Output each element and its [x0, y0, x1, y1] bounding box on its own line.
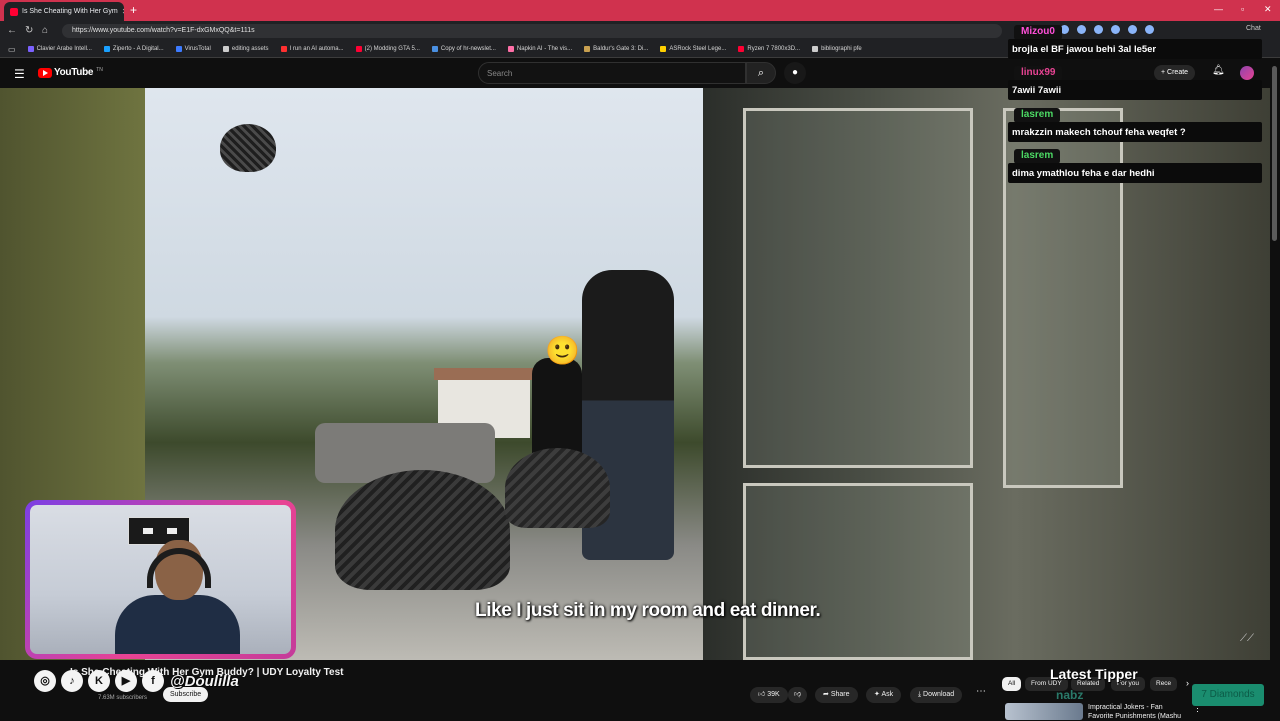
bookmark-favicon-icon [660, 46, 667, 52]
back-icon[interactable]: ← [7, 25, 17, 36]
chat-button[interactable]: Chat [1246, 25, 1261, 32]
bookmark-favicon-icon [431, 46, 438, 52]
minimize-icon[interactable]: — [1214, 4, 1223, 14]
chat-message: dima ymathlou feha e dar hedhi [1008, 163, 1262, 183]
bookmark-item[interactable]: Ryzen 7 7800x3D... [738, 46, 800, 52]
url-field[interactable]: https://www.youtube.com/watch?v=E1F-dxGM… [62, 24, 1002, 38]
youtube-favicon-icon [10, 7, 18, 16]
tab-title: Is She Cheating With Her Gym [22, 8, 118, 15]
face-blur-emoji-icon: 🙂 [545, 335, 580, 366]
browser-tab[interactable]: Is She Cheating With Her Gym ✕ [4, 2, 124, 21]
bookmark-item[interactable]: Baldur's Gate 3: Di... [584, 46, 648, 52]
bookmark-item[interactable]: Napkin AI - The vis... [507, 46, 572, 52]
bookmark-favicon-icon [507, 46, 514, 52]
chat-message: mrakzzin makech tchouf feha weqfet ? [1008, 122, 1262, 142]
streamer-figure [115, 540, 240, 654]
youtube-icon: ▶ [115, 670, 137, 692]
like-button[interactable]: 👍︎ 39K [750, 687, 788, 703]
reload-icon[interactable]: ↻ [25, 25, 33, 36]
instagram-icon: ◎ [34, 670, 56, 692]
facebook-icon: f [142, 670, 164, 692]
chat-username: Mizou0 [1014, 25, 1062, 40]
bookmark-item[interactable]: I run an AI automa... [280, 46, 344, 52]
wicker-chair [335, 470, 510, 590]
chat-message: brojla el BF jawou behi 3al le5er [1008, 39, 1262, 59]
streamer-handle: @Doulilla [170, 673, 239, 690]
bookmark-favicon-icon [103, 46, 110, 52]
extension-icon[interactable] [1094, 25, 1103, 34]
folder-icon [812, 46, 819, 52]
country-code: TN [96, 66, 103, 73]
chat-message: 7awii 7awii [1008, 80, 1262, 100]
bookmark-item[interactable]: Clavier Arabe Intell... [27, 46, 92, 52]
subscriber-count: 7.63M subscribers [98, 695, 148, 701]
share-button[interactable]: ➦ Share [815, 687, 858, 703]
kick-icon: K [88, 670, 110, 692]
bookmark-favicon-icon [584, 46, 591, 52]
bookmark-item[interactable]: (2) Modding GTA 5... [355, 46, 420, 52]
extension-icon[interactable] [1111, 25, 1120, 34]
home-icon[interactable]: ⌂ [42, 25, 48, 36]
youtube-logo[interactable]: YouTube TN [38, 67, 103, 78]
youtube-favicon-icon [355, 46, 362, 52]
bookmark-item[interactable]: Ziperto - A Digital... [103, 46, 164, 52]
close-tab-icon[interactable]: ✕ [122, 7, 124, 16]
latest-tipper-title: Latest Tipper [1050, 666, 1138, 682]
bookmark-item[interactable]: bibliographi pfe [812, 46, 862, 52]
bookmark-favicon-icon [27, 46, 34, 52]
chip-recent[interactable]: Rece [1150, 677, 1178, 691]
extension-icon[interactable] [1145, 25, 1154, 34]
window-close-icon[interactable]: ✕ [1264, 4, 1272, 15]
ask-button[interactable]: ✦ Ask [866, 687, 902, 703]
create-button[interactable]: + Create [1154, 65, 1196, 81]
folder-icon [222, 46, 229, 52]
bookmark-item[interactable]: VirusTotal [175, 46, 211, 52]
download-button[interactable]: ⤓ Download [910, 687, 963, 703]
webcam-overlay [25, 500, 296, 659]
search-icon[interactable]: ⌕ [746, 62, 776, 84]
microphone-icon[interactable]: ● [784, 62, 806, 84]
chat-username: lasrem [1014, 108, 1061, 123]
chevron-right-icon[interactable]: › [1186, 678, 1189, 688]
maximize-icon[interactable]: ▫ [1241, 4, 1244, 14]
more-actions-icon[interactable]: ⋯ [976, 686, 986, 697]
extensions-strip [1060, 25, 1154, 34]
youtube-favicon-icon [738, 46, 745, 52]
account-avatar[interactable] [1240, 66, 1254, 80]
dislike-icon[interactable]: 👎︎ [788, 687, 808, 703]
logo-text: YouTube [54, 67, 94, 78]
bookmark-item[interactable]: Copy of hr-newslet... [431, 46, 496, 52]
hanging-lamp [220, 124, 276, 172]
notifications-bell-icon[interactable]: 🔔︎ [1212, 65, 1225, 76]
bookmark-favicon-icon [175, 46, 182, 52]
tiktok-icon: ♪ [61, 670, 83, 692]
chat-username: linux99 [1014, 66, 1063, 81]
apps-icon[interactable]: ▭ [8, 45, 16, 54]
recommendation-title[interactable]: Impractical Jokers - Fan Favorite Punish… [1088, 703, 1188, 721]
youtube-play-icon [38, 67, 52, 78]
chip-all[interactable]: All [1002, 677, 1022, 691]
tipper-amount: 7 Diamonds [1192, 684, 1264, 706]
extension-icon[interactable] [1128, 25, 1137, 34]
wicker-chair [505, 448, 610, 528]
bookmark-item[interactable]: ASRock Steel Lege... [660, 46, 726, 52]
bookmark-favicon-icon [280, 46, 287, 52]
tipper-name: nabz [1056, 688, 1084, 702]
new-tab-icon[interactable]: + [130, 3, 137, 17]
social-icons-overlay: ◎ ♪ K ▶ f [34, 670, 164, 692]
chat-username: lasrem [1014, 149, 1061, 164]
extension-icon[interactable] [1077, 25, 1086, 34]
search-input[interactable]: Search [478, 62, 746, 84]
menu-icon[interactable]: ☰ [14, 67, 25, 81]
page-scrollbar[interactable] [1272, 66, 1277, 241]
recommendation-thumbnail[interactable] [1005, 703, 1083, 720]
bookmark-item[interactable]: editing assets [222, 46, 269, 52]
browser-tab-bar: Is She Cheating With Her Gym ✕ + — ▫ ✕ [0, 0, 1280, 21]
video-caption: Like I just sit in my room and eat dinne… [475, 600, 821, 621]
watermark-icon: ⟋⟋ [1240, 633, 1254, 644]
